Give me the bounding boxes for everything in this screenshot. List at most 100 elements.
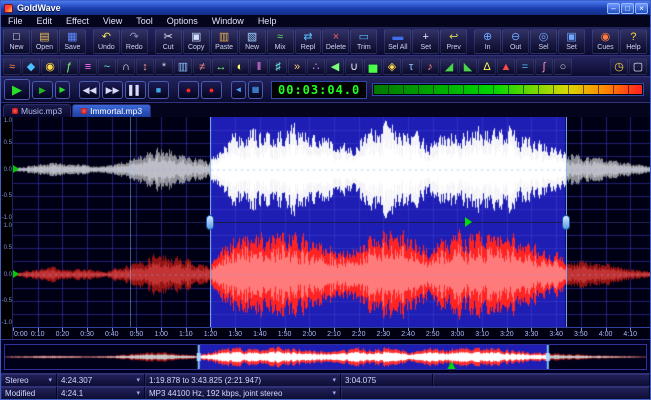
volume-button[interactable]: ◄ (231, 80, 246, 99)
play-button[interactable]: ▶ (4, 79, 30, 100)
toolbar-sel-button[interactable]: ◎ Sel (530, 29, 558, 54)
menu-item-view[interactable]: View (96, 16, 129, 26)
toolbar-delete-button[interactable]: × Delete (322, 29, 350, 54)
toolbar-in-button[interactable]: ⊕ In (474, 29, 502, 54)
toolbar-copy-button[interactable]: ▣ Copy (182, 29, 210, 54)
echo-effect-icon[interactable]: ◉ (41, 57, 59, 75)
shape-volume-icon[interactable]: ∫ (535, 57, 553, 75)
multichannel-effect-icon[interactable]: ▥ (174, 57, 192, 75)
voice-over-icon[interactable]: ♪ (421, 57, 439, 75)
record-new-button[interactable]: ● (201, 80, 222, 99)
pause-button[interactable]: ▌▌ (125, 80, 146, 99)
toolbar-save-button[interactable]: ▦ Save (58, 29, 86, 54)
status-channel-mode[interactable]: Stereo ▾ (1, 374, 57, 386)
menu-item-edit[interactable]: Edit (30, 16, 60, 26)
minimize-button[interactable]: – (607, 2, 620, 14)
clock-icon[interactable]: ◷ (610, 57, 628, 75)
undo-icon: ↶ (101, 31, 111, 43)
rewind-button[interactable]: ◀◀ (79, 80, 100, 99)
menu-item-file[interactable]: File (1, 16, 30, 26)
selection-end-handle[interactable] (561, 215, 570, 230)
stop-button[interactable]: ■ (148, 80, 169, 99)
menu-item-effect[interactable]: Effect (59, 16, 96, 26)
record-button[interactable]: ● (178, 80, 199, 99)
stereo-center-icon[interactable]: ◈ (383, 57, 401, 75)
expression-evaluator-icon[interactable]: ƒ (60, 57, 78, 75)
cue-marker-line[interactable] (130, 117, 132, 327)
toolbar-cut-button[interactable]: ✂ Cut (154, 29, 182, 54)
dynamics-effect-icon[interactable]: ◆ (22, 57, 40, 75)
time-warp-icon[interactable]: τ (402, 57, 420, 75)
spectrum-filter-icon[interactable]: ▅ (364, 57, 382, 75)
playback-rate-icon[interactable]: » (288, 57, 306, 75)
overview-waveform[interactable] (4, 343, 647, 370)
toolbar-undo-button[interactable]: ↶ Undo (92, 29, 120, 54)
toolbar-mix-button[interactable]: ≈ Mix (266, 29, 294, 54)
tab-music-mp3[interactable]: Music.mp3 (3, 104, 72, 117)
invert-effect-icon[interactable]: ↕ (136, 57, 154, 75)
play-all-button[interactable]: ▶ (55, 80, 70, 99)
toolbar-out-button[interactable]: ⊖ Out (502, 29, 530, 54)
status-bar-bottom: Modified 4:24.1 ▾ MP3 44100 Hz, 192 kbps, j… (1, 386, 650, 399)
toolbar-help-button[interactable]: ? Help (619, 29, 647, 54)
status-view-length[interactable]: 4:24.1 ▾ (57, 387, 145, 399)
title-bar[interactable]: GoldWave – □ × (1, 1, 650, 15)
selection-start-handle[interactable] (206, 215, 215, 230)
comment-icon[interactable]: ▢ (629, 57, 647, 75)
monitor-button[interactable]: ▦ (248, 80, 263, 99)
toolbar-cues-button[interactable]: ◉ Cues (591, 29, 619, 54)
toolbar-button-label: Set (420, 44, 432, 51)
toolbar-new-button[interactable]: ▧ New (238, 29, 266, 54)
reverse-effect-icon[interactable]: ◀ (326, 57, 344, 75)
toolbar-trim-button[interactable]: ▭ Trim (350, 29, 378, 54)
tab-immortal-mp3[interactable]: Immortal.mp3 (72, 104, 152, 117)
menu-item-options[interactable]: Options (160, 16, 205, 26)
toolbar-new-button[interactable]: □ New (3, 29, 30, 54)
match-volume-icon[interactable]: = (516, 57, 534, 75)
fast-forward-button[interactable]: ▶▶ (102, 80, 123, 99)
left-channel-marker-icon[interactable] (13, 165, 19, 173)
left-channel-waveform[interactable] (13, 117, 650, 222)
mechanize-effect-icon[interactable]: * (155, 57, 173, 75)
time-tick-label: 3:00 (450, 331, 465, 338)
status-selection-range[interactable]: 1:19.878 to 3:43.825 (2:21.947) ▾ (145, 374, 341, 386)
maximize-button[interactable]: □ (621, 2, 634, 14)
flanger-effect-icon[interactable]: ~ (98, 57, 116, 75)
status-total-length[interactable]: 4:24.307 ▾ (57, 374, 145, 386)
menu-item-help[interactable]: Help (251, 16, 284, 26)
toolbar-set-button[interactable]: + Set (412, 29, 440, 54)
fade-in-icon[interactable]: ◢ (440, 57, 458, 75)
filter-effect-icon[interactable]: ≡ (79, 57, 97, 75)
toolbar-sel-all-button[interactable]: ▬ Sel All (384, 29, 412, 54)
menu-item-tool[interactable]: Tool (129, 16, 160, 26)
toolbar-prev-button[interactable]: ↩ Prev (440, 29, 468, 54)
reverb-effect-icon[interactable]: ∴ (307, 57, 325, 75)
window-title: GoldWave (17, 3, 61, 13)
close-button[interactable]: × (635, 2, 648, 14)
fade-out-icon[interactable]: ◣ (459, 57, 477, 75)
time-tick-label: 0:50 (129, 331, 144, 338)
document-tabs: Music.mp3 Immortal.mp3 (1, 103, 650, 117)
smoother-effect-icon[interactable]: ∪ (345, 57, 363, 75)
toolbar-repl-button[interactable]: ⇄ Repl (294, 29, 322, 54)
pitch-effect-icon[interactable]: ♯ (269, 57, 287, 75)
maximize-volume-icon[interactable]: ▲ (497, 57, 515, 75)
toolbar-paste-button[interactable]: ▥ Paste (210, 29, 238, 54)
menu-item-window[interactable]: Window (205, 16, 251, 26)
interpolate-effect-icon[interactable]: ∩ (117, 57, 135, 75)
volume-change-icon[interactable]: Δ (478, 57, 496, 75)
toolbar-redo-button[interactable]: ↷ Redo (120, 29, 148, 54)
play-selection-button[interactable]: ▶ (32, 80, 53, 99)
toolbar-open-button[interactable]: ▤ Open (30, 29, 58, 54)
pan-effect-icon[interactable]: ◐ (231, 57, 249, 75)
mute-icon[interactable]: ○ (554, 57, 572, 75)
offset-effect-icon[interactable]: ↔ (212, 57, 230, 75)
right-channel-marker-icon[interactable] (13, 270, 19, 278)
parametric-eq-icon[interactable]: ‖ (250, 57, 268, 75)
noise-reduction-icon[interactable]: ≠ (193, 57, 211, 75)
status-file-format[interactable]: MP3 44100 Hz, 192 kbps, joint stereo ▾ (145, 387, 341, 399)
time-ruler[interactable]: 0:00 0:10 0:20 0:30 0:40 0:50 1:00 1:10 1:20 1:30… (13, 327, 650, 339)
toolbar-set-button[interactable]: ▣ Set (558, 29, 585, 54)
doppler-effect-icon[interactable]: ≈ (3, 57, 21, 75)
right-channel-waveform[interactable] (13, 222, 650, 327)
